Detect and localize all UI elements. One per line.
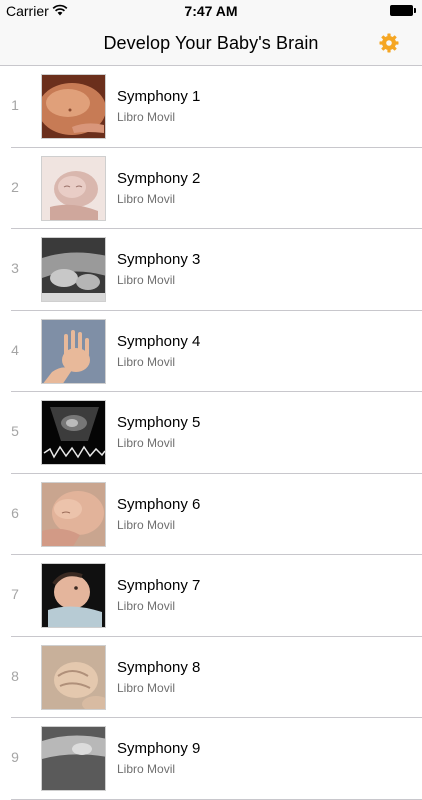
track-title: Symphony 2 xyxy=(117,169,201,187)
track-title: Symphony 7 xyxy=(117,577,201,594)
track-row-3[interactable]: 3 Symphony 3 Libro Movil xyxy=(0,229,422,311)
track-thumbnail xyxy=(41,481,106,547)
track-row-5[interactable]: 5 Symphony 5 Libro Movil xyxy=(0,392,422,474)
track-thumbnail xyxy=(41,726,106,791)
navigation-bar: Develop Your Baby's Brain xyxy=(0,22,422,66)
track-artist: Libro Movil xyxy=(117,762,176,776)
track-thumbnail xyxy=(41,318,106,384)
track-title: Symphony 4 xyxy=(117,332,201,350)
track-number: 7 xyxy=(11,586,19,602)
track-list: 1 Symphony 1 Libro Movil 2 Symphony 2 Li… xyxy=(0,66,422,800)
track-number: 8 xyxy=(11,667,19,684)
track-number: 9 xyxy=(11,749,19,765)
track-artist: Libro Movil xyxy=(117,436,176,450)
track-artist: Libro Movil xyxy=(117,354,176,369)
track-number: 6 xyxy=(11,504,19,521)
track-title: Symphony 9 xyxy=(117,740,201,757)
track-number: 5 xyxy=(11,423,19,439)
track-title: Symphony 3 xyxy=(117,251,201,268)
track-thumbnail xyxy=(41,400,106,465)
track-thumbnail xyxy=(41,237,106,302)
track-number: 1 xyxy=(11,97,19,113)
track-artist: Libro Movil xyxy=(117,680,176,695)
track-thumbnail xyxy=(41,74,106,139)
track-artist: Libro Movil xyxy=(117,599,176,613)
track-thumbnail xyxy=(41,155,106,221)
track-row-8[interactable]: 8 Symphony 8 Libro Movil xyxy=(0,637,422,718)
clock-label: 7:47 AM xyxy=(184,3,238,19)
page-title: Develop Your Baby's Brain xyxy=(103,33,319,53)
track-artist: Libro Movil xyxy=(117,273,176,287)
track-title: Symphony 6 xyxy=(117,495,201,513)
gear-icon[interactable] xyxy=(379,33,399,53)
track-row-7[interactable]: 7 Symphony 7 Libro Movil xyxy=(0,555,422,637)
track-number: 3 xyxy=(11,260,19,276)
track-title: Symphony 5 xyxy=(117,414,201,431)
battery-icon xyxy=(390,5,416,16)
track-artist: Libro Movil xyxy=(117,517,176,532)
track-row-2[interactable]: 2 Symphony 2 Libro Movil xyxy=(0,148,422,229)
track-row-1[interactable]: 1 Symphony 1 Libro Movil xyxy=(0,66,422,148)
track-title: Symphony 1 xyxy=(117,88,201,105)
track-title: Symphony 8 xyxy=(117,658,201,676)
track-number: 4 xyxy=(11,341,19,358)
track-artist: Libro Movil xyxy=(117,191,176,206)
status-bar: Carrier 7:47 AM xyxy=(0,0,422,22)
row-divider xyxy=(11,798,422,800)
track-artist: Libro Movil xyxy=(117,110,176,124)
track-row-9[interactable]: 9 Symphony 9 Libro Movil xyxy=(0,718,422,800)
track-row-4[interactable]: 4 Symphony 4 Libro Movil xyxy=(0,311,422,392)
track-row-6[interactable]: 6 Symphony 6 Libro Movil xyxy=(0,474,422,555)
track-thumbnail xyxy=(41,644,106,710)
track-number: 2 xyxy=(11,178,19,195)
track-thumbnail xyxy=(41,563,106,628)
